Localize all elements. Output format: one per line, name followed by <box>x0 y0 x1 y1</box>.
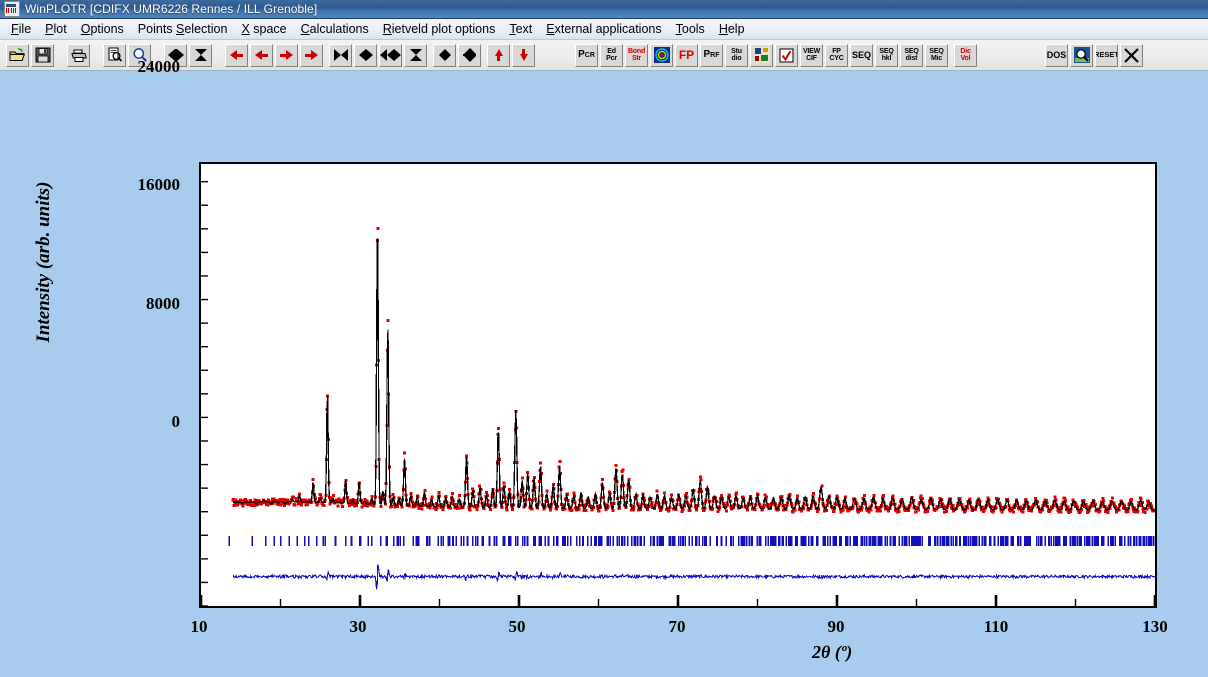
studio-label: Studio <box>731 48 742 62</box>
scroll-right-end-button[interactable] <box>300 44 323 67</box>
view-cif-button[interactable]: VIEWCIF <box>800 44 823 67</box>
zoom-out-x-button[interactable] <box>354 44 377 67</box>
close-x-icon <box>1123 47 1140 64</box>
zoom-in-y-button[interactable] <box>433 44 456 67</box>
menu-item-x-space[interactable]: X space <box>234 20 293 38</box>
arrows-inward-h-icon <box>334 49 348 61</box>
arrows-both-ends-icon <box>380 49 401 61</box>
x-tick-110: 110 <box>966 617 1026 637</box>
folder-open-icon <box>9 48 26 63</box>
zoom-in-x-button[interactable] <box>329 44 352 67</box>
collapse-horizontal-button[interactable] <box>189 44 212 67</box>
shift-down-button[interactable] <box>512 44 535 67</box>
menu-item-text[interactable]: Text <box>502 20 539 38</box>
edit-pcr-label: EdPcr <box>606 48 617 62</box>
hourglass-icon <box>195 49 207 61</box>
magnifier-folder-icon <box>1074 47 1090 63</box>
floppy-disk-icon <box>35 47 51 63</box>
bond-str-label: BondStr <box>628 48 645 62</box>
arrow-left-stop-icon <box>230 50 243 60</box>
x-tick-50: 50 <box>487 617 547 637</box>
red-check-icon <box>779 48 794 63</box>
zoom-out-y-button[interactable] <box>458 44 481 67</box>
studio-button[interactable]: Studio <box>725 44 748 67</box>
seq-dist-button[interactable]: SEQdist <box>900 44 923 67</box>
prf-label: PRF <box>703 50 719 60</box>
title-bar: WinPLOTR [CDIFX UMR6226 Rennes / ILL Gre… <box>0 0 1208 19</box>
dos-button[interactable]: DOS <box>1045 44 1068 67</box>
shift-up-button[interactable] <box>487 44 510 67</box>
seq-mic-label: SEQMic <box>929 48 943 62</box>
x-tick-130: 130 <box>1125 617 1185 637</box>
x-tick-30: 30 <box>328 617 388 637</box>
menu-item-options[interactable]: Options <box>74 20 131 38</box>
save-file-button[interactable] <box>31 44 54 67</box>
menu-item-plot[interactable]: Plot <box>38 20 74 38</box>
bond-str-button[interactable]: BondStr <box>625 44 648 67</box>
scroll-right-button[interactable] <box>275 44 298 67</box>
target-button[interactable] <box>650 44 673 67</box>
dicvol-label: DicVol <box>960 48 970 62</box>
arrows-outward-h-icon <box>359 49 373 61</box>
window-title: WinPLOTR [CDIFX UMR6226 Rennes / ILL Gre… <box>25 2 317 16</box>
pcr-label: PCR <box>578 50 595 60</box>
reset-label: RESET <box>1095 51 1118 59</box>
winplotr-window: WinPLOTR [CDIFX UMR6226 Rennes / ILL Gre… <box>0 0 1208 677</box>
x-tick-70: 70 <box>647 617 707 637</box>
toolbar: PCR EdPcr BondStr FP PRF Studio <box>0 40 1208 71</box>
x-tick-10: 10 <box>169 617 229 637</box>
arrow-right-stop-icon <box>305 50 318 60</box>
red-arrow-up-icon <box>495 49 503 61</box>
menu-item-rietveld-plot-options[interactable]: Rietveld plot options <box>376 20 503 38</box>
scroll-left-button[interactable] <box>250 44 273 67</box>
red-arrow-down-icon <box>520 49 528 61</box>
fp-label: FP <box>679 49 694 61</box>
reset-button[interactable]: RESET <box>1095 44 1118 67</box>
arrows-inward-v-icon <box>410 49 422 61</box>
arrow-left-icon <box>255 50 268 60</box>
structure-viewer-button[interactable] <box>750 44 773 67</box>
menu-bar: FFileile Plot Options Points Selection X… <box>0 19 1208 40</box>
seq-label: SEQ <box>852 51 871 60</box>
seq-button[interactable]: SEQ <box>850 44 873 67</box>
seq-dist-label: SEQdist <box>904 48 918 62</box>
close-button[interactable] <box>1120 44 1143 67</box>
fp-cyc-button[interactable]: FPCYC <box>825 44 848 67</box>
arrow-right-icon <box>280 50 293 60</box>
plot-area[interactable]: Intensity (arb. units) 24000 16000 8000 … <box>0 71 1208 677</box>
pcr-button[interactable]: PCR <box>575 44 598 67</box>
winplotr-app-icon <box>4 1 20 17</box>
menu-item-file[interactable]: FFileile <box>4 20 38 38</box>
menu-item-points-selection[interactable]: Points Selection <box>131 20 235 38</box>
full-range-x-button[interactable] <box>379 44 402 67</box>
fullprof-button[interactable]: FP <box>675 44 698 67</box>
fp-cyc-label: FPCYC <box>829 48 843 62</box>
explorer-button[interactable] <box>1070 44 1093 67</box>
structure-icon <box>754 47 770 63</box>
edit-pcr-button[interactable]: EdPcr <box>600 44 623 67</box>
dicvol-button[interactable]: DicVol <box>954 44 977 67</box>
menu-item-help[interactable]: Help <box>712 20 752 38</box>
menu-item-tools[interactable]: Tools <box>669 20 712 38</box>
seq-mic-button[interactable]: SEQMic <box>925 44 948 67</box>
menu-item-calculations[interactable]: Calculations <box>294 20 376 38</box>
arrows-outward-v-icon <box>439 49 451 61</box>
scroll-left-end-button[interactable] <box>225 44 248 67</box>
menu-item-external-applications[interactable]: External applications <box>539 20 668 38</box>
arrows-inward-v2-icon <box>463 48 476 62</box>
dos-label: DOS <box>1047 51 1067 60</box>
seq-hkl-button[interactable]: SEQhkl <box>875 44 898 67</box>
x-tick-90: 90 <box>806 617 866 637</box>
x-axis-label: 2θ (º) <box>812 642 852 663</box>
checklist-button[interactable] <box>775 44 798 67</box>
x-axis-labels: 10 30 50 70 90 110 130 2θ (º) <box>0 71 1208 677</box>
seq-hkl-label: SEQhkl <box>879 48 893 62</box>
collapse-v-button[interactable] <box>404 44 427 67</box>
open-file-button[interactable] <box>6 44 29 67</box>
prf-button[interactable]: PRF <box>700 44 723 67</box>
view-cif-label: VIEWCIF <box>803 48 820 62</box>
target-icon <box>654 47 670 63</box>
